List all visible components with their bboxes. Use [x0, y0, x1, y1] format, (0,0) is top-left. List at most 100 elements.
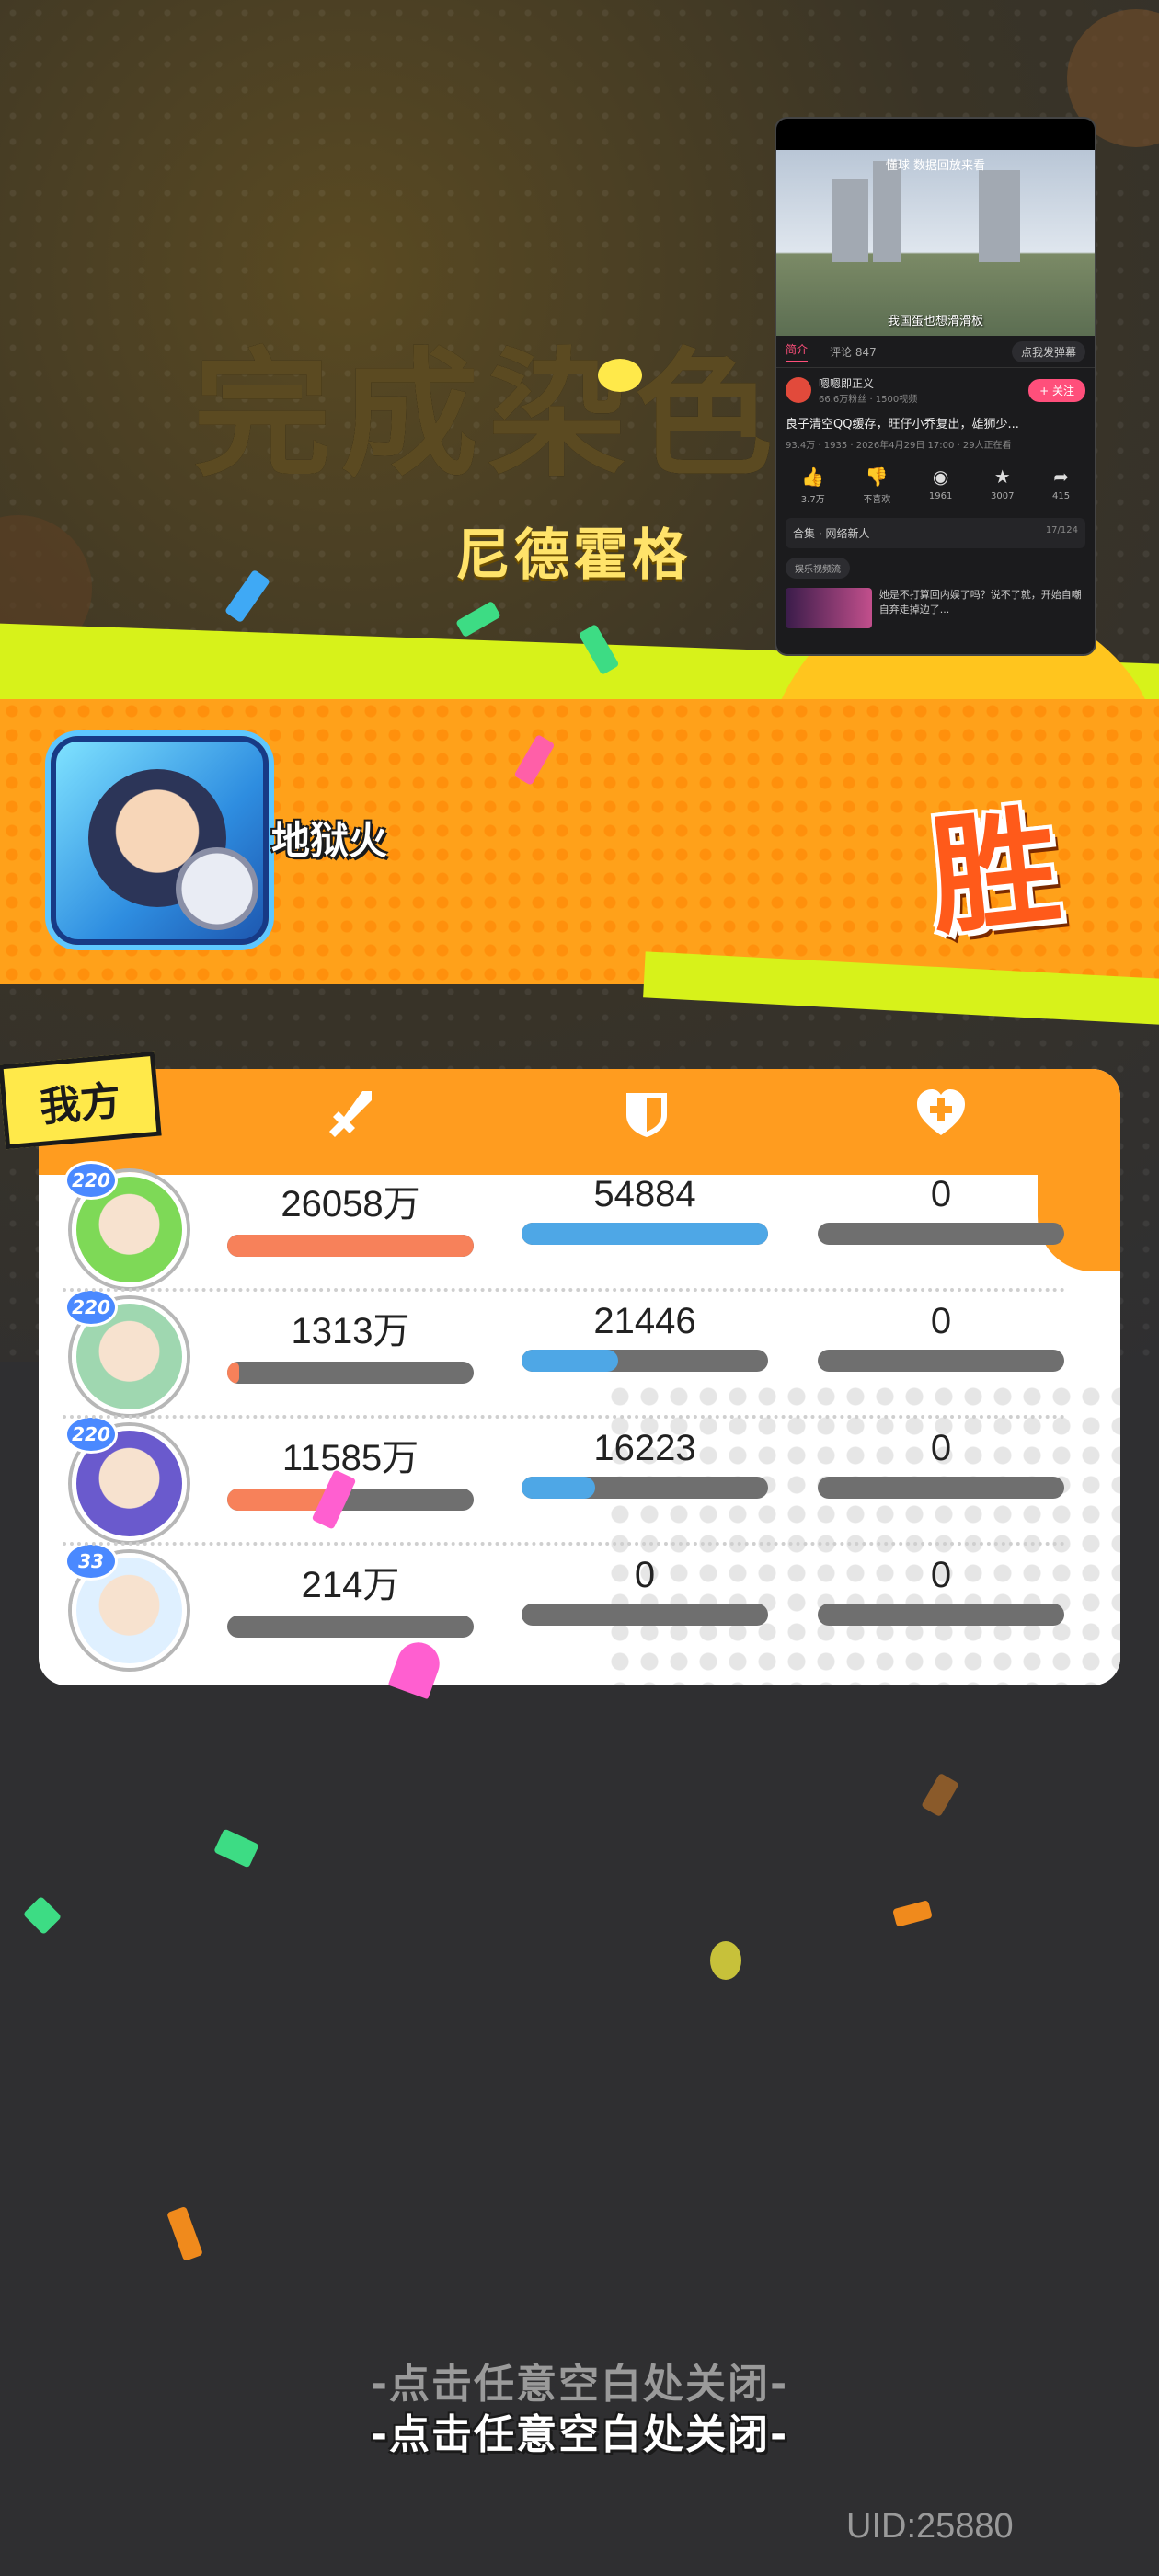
tank-stat: 54884	[522, 1174, 768, 1245]
coin-button[interactable]: ◉ 1961	[929, 466, 952, 505]
damage-stat: 214万	[227, 1555, 474, 1638]
confetti	[213, 1828, 259, 1869]
player-name: 地狱火	[271, 818, 388, 863]
tank-stat-bar-fill	[522, 1477, 596, 1499]
damage-stat-bar	[227, 1362, 474, 1384]
tank-stat-bar-fill	[522, 1350, 618, 1372]
uploader-stats: 66.6万粉丝 · 1500视频	[819, 395, 918, 405]
dislike-label: 不喜欢	[863, 495, 891, 505]
share-icon: ➦	[1053, 466, 1069, 488]
heal-stat: 0	[818, 1555, 1064, 1626]
dislike-button[interactable]: 👎 不喜欢	[863, 466, 890, 505]
heal-stat-bar	[818, 1604, 1064, 1626]
video-actions: 👍 3.7万 👎 不喜欢 ◉ 1961 ★ 3007 ➦ 415	[776, 454, 1095, 509]
damage-stat-value: 26058万	[281, 1184, 420, 1225]
coin-icon: ◉	[932, 466, 949, 488]
damage-stat: 11585万	[227, 1428, 474, 1511]
pet-icon	[176, 847, 258, 930]
tank-stat-bar-fill	[522, 1223, 768, 1245]
video-player[interactable]: 懂球 数据回放来看 我国蛋也想滑滑板	[776, 150, 1095, 336]
team-label: 我方	[0, 1051, 162, 1150]
heal-stat-value: 0	[930, 1174, 952, 1214]
heal-stat-bar	[818, 1350, 1064, 1372]
heal-stat-bar	[818, 1477, 1064, 1499]
heal-stat-value: 0	[930, 1555, 952, 1595]
thumb-up-icon: 👍	[801, 466, 825, 488]
map-name: 尼德霍格	[455, 523, 691, 588]
tab-comments[interactable]: 评论 847	[830, 344, 877, 360]
recommended-video[interactable]: 她是不打算回内娱了吗？说不了就，开始自嘲自弃走掉边了...	[776, 588, 1095, 628]
tank-stat-bar	[522, 1604, 768, 1626]
damage-stat-bar-fill	[227, 1362, 240, 1384]
damage-stat-bar-fill	[227, 1235, 474, 1257]
close-hint[interactable]: -点击任意空白处关闭-	[0, 2401, 1159, 2460]
tag-pill[interactable]: 娱乐视频流	[786, 558, 850, 579]
collection-name: 合集 · 网络新人	[793, 527, 870, 540]
level-badge: 220	[64, 1415, 118, 1454]
hero-portrait	[51, 736, 269, 945]
shield-icon	[626, 1093, 667, 1137]
uid-label: UID:25880	[846, 2507, 1014, 2546]
tank-stat-value: 16223	[593, 1428, 696, 1468]
share-count: 415	[1052, 491, 1071, 501]
coin-count: 1961	[928, 491, 953, 501]
collection-progress: 17/124	[1045, 525, 1078, 535]
damage-stat-value: 1313万	[291, 1311, 410, 1351]
building	[873, 161, 901, 262]
building	[979, 170, 1020, 262]
confetti	[710, 1941, 741, 1980]
danmaku-button[interactable]: 点我发弹幕	[1011, 340, 1085, 362]
video-title[interactable]: 良子清空QQ缓存，旺仔小乔复出，雄狮少...	[776, 412, 1095, 433]
video-tabs: 简介 评论 847 点我发弹幕	[776, 336, 1095, 368]
heal-stat-value: 0	[930, 1301, 952, 1341]
tank-stat-value: 21446	[593, 1301, 696, 1341]
tank-stat: 16223	[522, 1428, 768, 1499]
level-badge: 33	[64, 1542, 118, 1581]
collection-row[interactable]: 合集 · 网络新人 17/124	[786, 518, 1085, 548]
heal-stat-value: 0	[930, 1428, 952, 1468]
player-row: 220 26058万 54884 0	[39, 1161, 1120, 1288]
heal-stat: 0	[818, 1301, 1064, 1372]
video-caption-top: 懂球 数据回放来看	[885, 159, 986, 173]
thumb-down-icon: 👎	[865, 466, 889, 488]
heal-stat-bar	[818, 1223, 1064, 1245]
favorite-count: 3007	[990, 491, 1015, 501]
tank-stat: 0	[522, 1555, 768, 1626]
follow-button[interactable]: + 关注	[1028, 378, 1085, 402]
damage-stat: 1313万	[227, 1301, 474, 1384]
confetti	[22, 1895, 63, 1936]
uploader-name[interactable]: 嗯嗯即正义	[819, 375, 917, 391]
tank-stat-bar	[522, 1350, 768, 1372]
confetti	[892, 1900, 933, 1927]
tank-stat: 21446	[522, 1301, 768, 1372]
damage-stat-value: 214万	[301, 1565, 400, 1605]
level-badge: 220	[64, 1161, 118, 1200]
tab-intro[interactable]: 简介	[786, 341, 809, 362]
level-badge: 220	[64, 1288, 118, 1327]
sword-icon	[329, 1091, 372, 1137]
building	[832, 179, 868, 262]
like-count: 3.7万	[800, 495, 825, 505]
confetti	[166, 2205, 203, 2262]
uploader-avatar[interactable]	[786, 377, 811, 403]
result-text: 胜	[923, 791, 1067, 954]
damage-stat-bar	[227, 1235, 474, 1257]
video-meta: 93.4万 · 1935 · 2026年4月29日 17:00 · 29人正在看	[786, 441, 1012, 451]
damage-stat-bar	[227, 1616, 474, 1638]
video-subtitle: 我国蛋也想滑滑板	[887, 315, 983, 328]
player-row: 220 1313万 21446 0	[39, 1288, 1120, 1415]
uploader-row: 嗯嗯即正义 66.6万粉丝 · 1500视频 + 关注	[776, 368, 1095, 412]
favorite-button[interactable]: ★ 3007	[991, 466, 1014, 505]
video-top-bar	[776, 119, 1095, 150]
damage-stat: 26058万	[227, 1174, 474, 1257]
damage-stat-value: 11585万	[281, 1438, 419, 1478]
floating-video-window[interactable]: 懂球 数据回放来看 我国蛋也想滑滑板 简介 评论 847 点我发弹幕 嗯嗯即正义…	[775, 117, 1096, 656]
share-button[interactable]: ➦ 415	[1052, 466, 1070, 505]
like-button[interactable]: 👍 3.7万	[801, 466, 825, 505]
background-title: 完成染色	[193, 336, 783, 496]
row-divider	[63, 1542, 1065, 1546]
heal-stat: 0	[818, 1428, 1064, 1499]
tank-stat-value: 0	[634, 1555, 656, 1595]
row-divider	[63, 1415, 1065, 1419]
rec-thumbnail	[786, 588, 872, 628]
